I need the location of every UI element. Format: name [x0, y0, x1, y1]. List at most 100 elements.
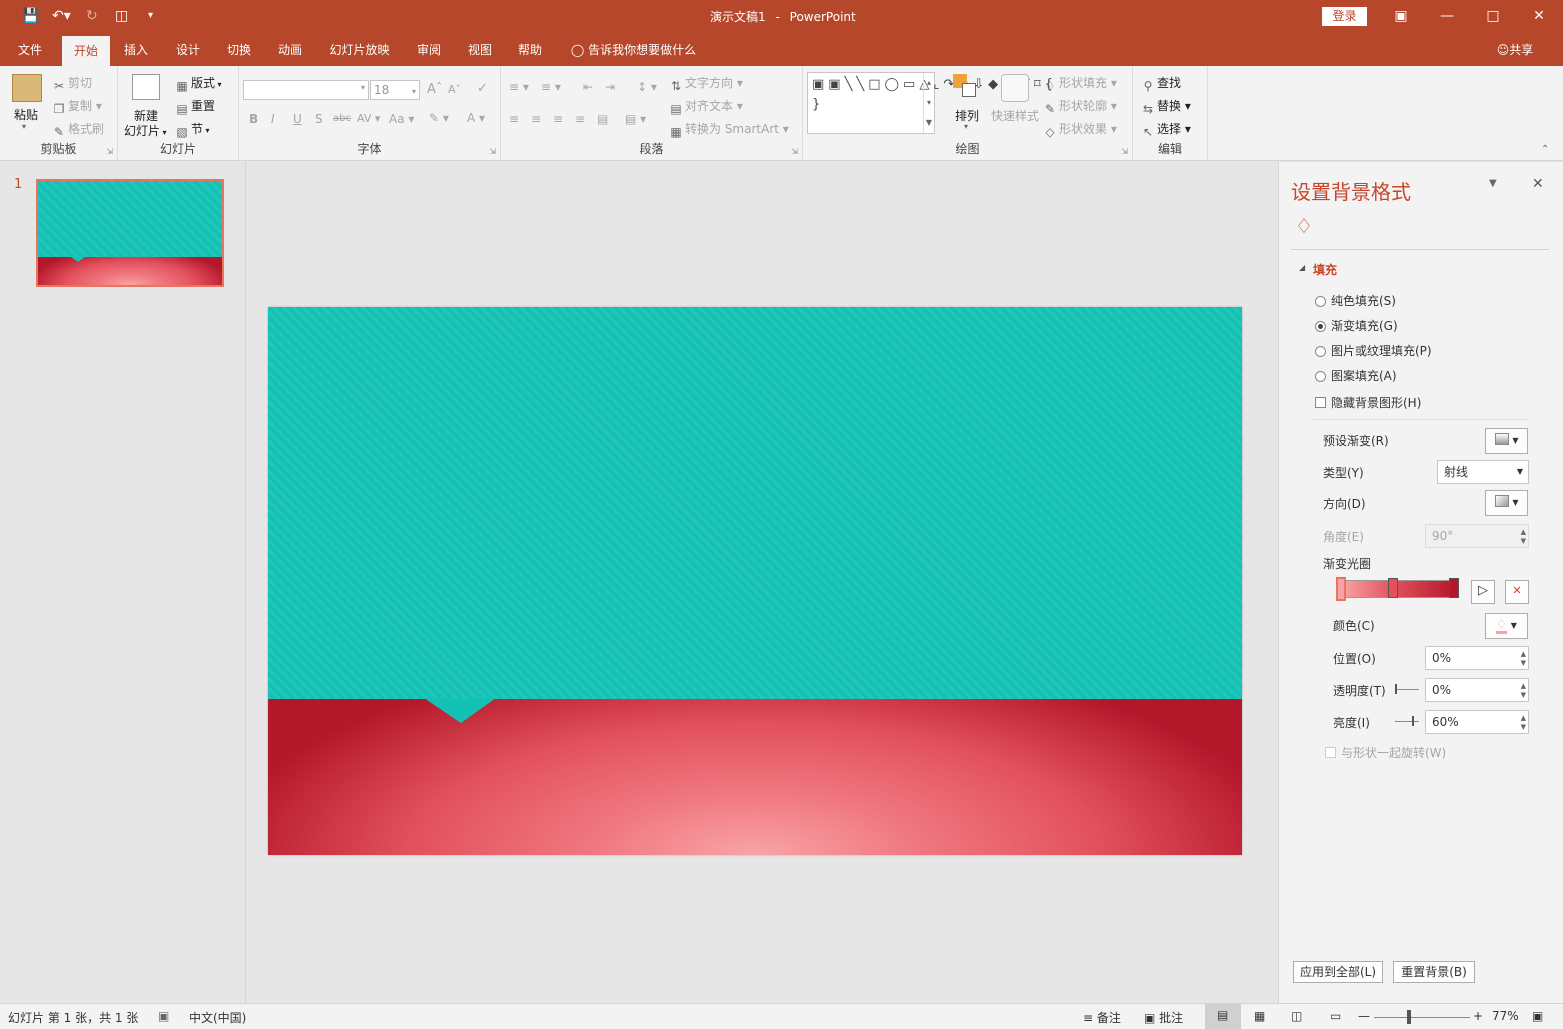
new-slide-icon[interactable] — [132, 74, 160, 100]
arrange-icon[interactable] — [953, 74, 979, 100]
shadow-button[interactable]: S — [315, 112, 323, 126]
pattern-fill-label[interactable]: 图案填充(A) — [1331, 367, 1397, 384]
zoom-slider[interactable] — [1374, 1017, 1470, 1018]
layout-button[interactable]: ▦ 版式 ▾ — [175, 74, 221, 93]
tab-insert[interactable]: 插入 — [116, 34, 156, 66]
paste-icon[interactable] — [12, 74, 42, 102]
drawing-launcher-icon[interactable]: ⇲ — [1121, 147, 1128, 156]
font-name-dropdown-icon[interactable]: ▾ — [361, 83, 365, 92]
zoom-in-icon[interactable]: + — [1473, 1009, 1483, 1023]
new-slide-button[interactable]: 幻灯片 ▾ — [124, 122, 167, 139]
text-direction-button[interactable]: ⇅ 文字方向 ▾ — [669, 74, 743, 93]
notes-button[interactable]: ≡ 备注 — [1083, 1009, 1121, 1026]
pattern-fill-radio[interactable] — [1315, 371, 1326, 382]
accessibility-icon[interactable]: ▣ — [158, 1009, 169, 1023]
format-painter-button[interactable]: ✎ 格式刷 — [52, 120, 104, 139]
customize-qat-icon[interactable]: ▾ — [148, 8, 153, 24]
bold-button[interactable]: B — [249, 112, 258, 126]
close-window-icon[interactable]: ✕ — [1528, 6, 1550, 26]
italic-button[interactable]: I — [271, 112, 275, 126]
transparency-spin-down-icon[interactable]: ▼ — [1521, 691, 1526, 699]
tab-design[interactable]: 设计 — [168, 34, 208, 66]
minimize-icon[interactable]: — — [1436, 6, 1458, 26]
gradient-fill-label[interactable]: 渐变填充(G) — [1331, 317, 1398, 334]
presentation-start-icon[interactable]: ◫ — [115, 8, 128, 24]
align-left-icon[interactable]: ≡ — [509, 112, 519, 126]
undo-icon[interactable]: ↶▾ — [52, 8, 71, 24]
shape-outline-button[interactable]: ✎ 形状轮廓 ▾ — [1043, 97, 1117, 116]
position-spin-up-icon[interactable]: ▲ — [1521, 650, 1526, 658]
copy-button[interactable]: ❐ 复制 ▾ — [52, 97, 102, 116]
grow-font-icon[interactable]: Aˆ — [427, 82, 442, 97]
change-case-button[interactable]: Aa ▾ — [389, 112, 414, 126]
brightness-spin-up-icon[interactable]: ▲ — [1521, 714, 1526, 722]
strikethrough-button[interactable]: abc — [333, 113, 351, 124]
tell-me-box[interactable]: ◯ 告诉我你想要做什么 — [566, 34, 701, 66]
select-button[interactable]: ↖ 选择 ▾ — [1141, 120, 1191, 139]
line-spacing-icon[interactable]: ↕ ▾ — [637, 80, 657, 94]
position-spin-down-icon[interactable]: ▼ — [1521, 659, 1526, 667]
slide-canvas[interactable] — [268, 307, 1242, 855]
quick-styles-icon[interactable] — [1001, 74, 1029, 102]
replace-button[interactable]: ⇆ 替换 ▾ — [1141, 97, 1191, 116]
comments-button[interactable]: ▣ 批注 — [1144, 1009, 1183, 1026]
bullets-icon[interactable]: ≡ ▾ — [509, 80, 529, 94]
quick-styles-button[interactable]: 快速样式 — [991, 107, 1039, 124]
transparency-input[interactable]: 0% ▲ ▼ — [1425, 678, 1529, 702]
type-select[interactable]: 射线 ▼ — [1437, 460, 1529, 484]
columns-icon[interactable]: ▤ ▾ — [625, 112, 646, 126]
direction-button[interactable]: ▼ — [1485, 490, 1528, 516]
slideshow-view-icon[interactable]: ▭ — [1330, 1009, 1341, 1023]
shapes-gallery[interactable]: ▣▣╲╲□◯▭△⌞↷⇨⇩◆∽⌒⌑{ } ▴ ▾ ▼ — [807, 72, 1053, 134]
justify-icon[interactable]: ≡ — [575, 112, 585, 126]
clipboard-launcher-icon[interactable]: ⇲ — [106, 147, 113, 156]
save-icon[interactable]: 💾 — [22, 8, 39, 24]
redo-icon[interactable]: ↻ — [86, 8, 98, 24]
align-right-icon[interactable]: ≡ — [553, 112, 563, 126]
distributed-icon[interactable]: ▤ — [597, 112, 608, 126]
collapse-ribbon-icon[interactable]: ⌃ — [1541, 144, 1549, 155]
fit-to-window-icon[interactable]: ▣ — [1532, 1009, 1543, 1023]
clear-format-icon[interactable]: ✓ — [477, 81, 488, 96]
tab-animations[interactable]: 动画 — [270, 34, 310, 66]
zoom-level[interactable]: 77% — [1492, 1009, 1519, 1023]
picture-fill-radio[interactable] — [1315, 346, 1326, 357]
gradient-stop-2[interactable] — [1388, 578, 1398, 598]
reset-button[interactable]: ▤ 重置 — [175, 97, 215, 116]
numbering-icon[interactable]: ≡ ▾ — [541, 80, 561, 94]
font-size-dropdown-icon[interactable]: ▾ — [412, 83, 416, 101]
section-button[interactable]: ▧ 节 ▾ — [175, 120, 209, 139]
reading-view-icon[interactable]: ◫ — [1291, 1009, 1302, 1023]
gradient-stop-1[interactable] — [1336, 577, 1346, 601]
decrease-indent-icon[interactable]: ⇤ — [583, 80, 593, 94]
align-center-icon[interactable]: ≡ — [531, 112, 541, 126]
login-button[interactable]: 登录 — [1322, 7, 1367, 26]
paragraph-launcher-icon[interactable]: ⇲ — [791, 147, 798, 156]
zoom-out-icon[interactable]: — — [1358, 1009, 1370, 1023]
hide-background-checkbox[interactable] — [1315, 397, 1326, 408]
picture-fill-label[interactable]: 图片或纹理填充(P) — [1331, 342, 1432, 359]
tab-transitions[interactable]: 切换 — [219, 34, 259, 66]
ribbon-display-options-icon[interactable]: ▣ — [1390, 6, 1412, 26]
paste-dropdown-icon[interactable]: ▾ — [22, 122, 26, 131]
normal-view-button[interactable]: ▤ — [1205, 1004, 1241, 1029]
slide-thumbnail[interactable] — [36, 179, 224, 287]
tab-home[interactable]: 开始 — [62, 36, 110, 66]
hide-background-label[interactable]: 隐藏背景图形(H) — [1331, 394, 1421, 411]
apply-to-all-button[interactable]: 应用到全部(L) — [1293, 961, 1383, 983]
language-indicator[interactable]: 中文(中国) — [189, 1009, 246, 1026]
cut-button[interactable]: ✂ 剪切 — [52, 74, 92, 93]
tab-slideshow[interactable]: 幻灯片放映 — [322, 34, 397, 66]
preset-gradient-button[interactable]: ▼ — [1485, 428, 1528, 454]
close-pane-icon[interactable]: ✕ — [1532, 176, 1544, 192]
zoom-slider-thumb[interactable] — [1407, 1010, 1411, 1024]
fill-category-icon[interactable]: ♢ — [1295, 214, 1313, 238]
collapse-fill-icon[interactable]: ◢ — [1299, 263, 1305, 272]
transparency-slider[interactable] — [1395, 689, 1419, 690]
reset-background-button[interactable]: 重置背景(B) — [1393, 961, 1475, 983]
share-button[interactable]: ☺共享 — [1490, 34, 1540, 66]
tab-help[interactable]: 帮助 — [510, 34, 550, 66]
position-input[interactable]: 0% ▲ ▼ — [1425, 646, 1529, 670]
fill-section-header[interactable]: 填充 — [1313, 261, 1337, 278]
align-text-button[interactable]: ▤ 对齐文本 ▾ — [669, 97, 743, 116]
